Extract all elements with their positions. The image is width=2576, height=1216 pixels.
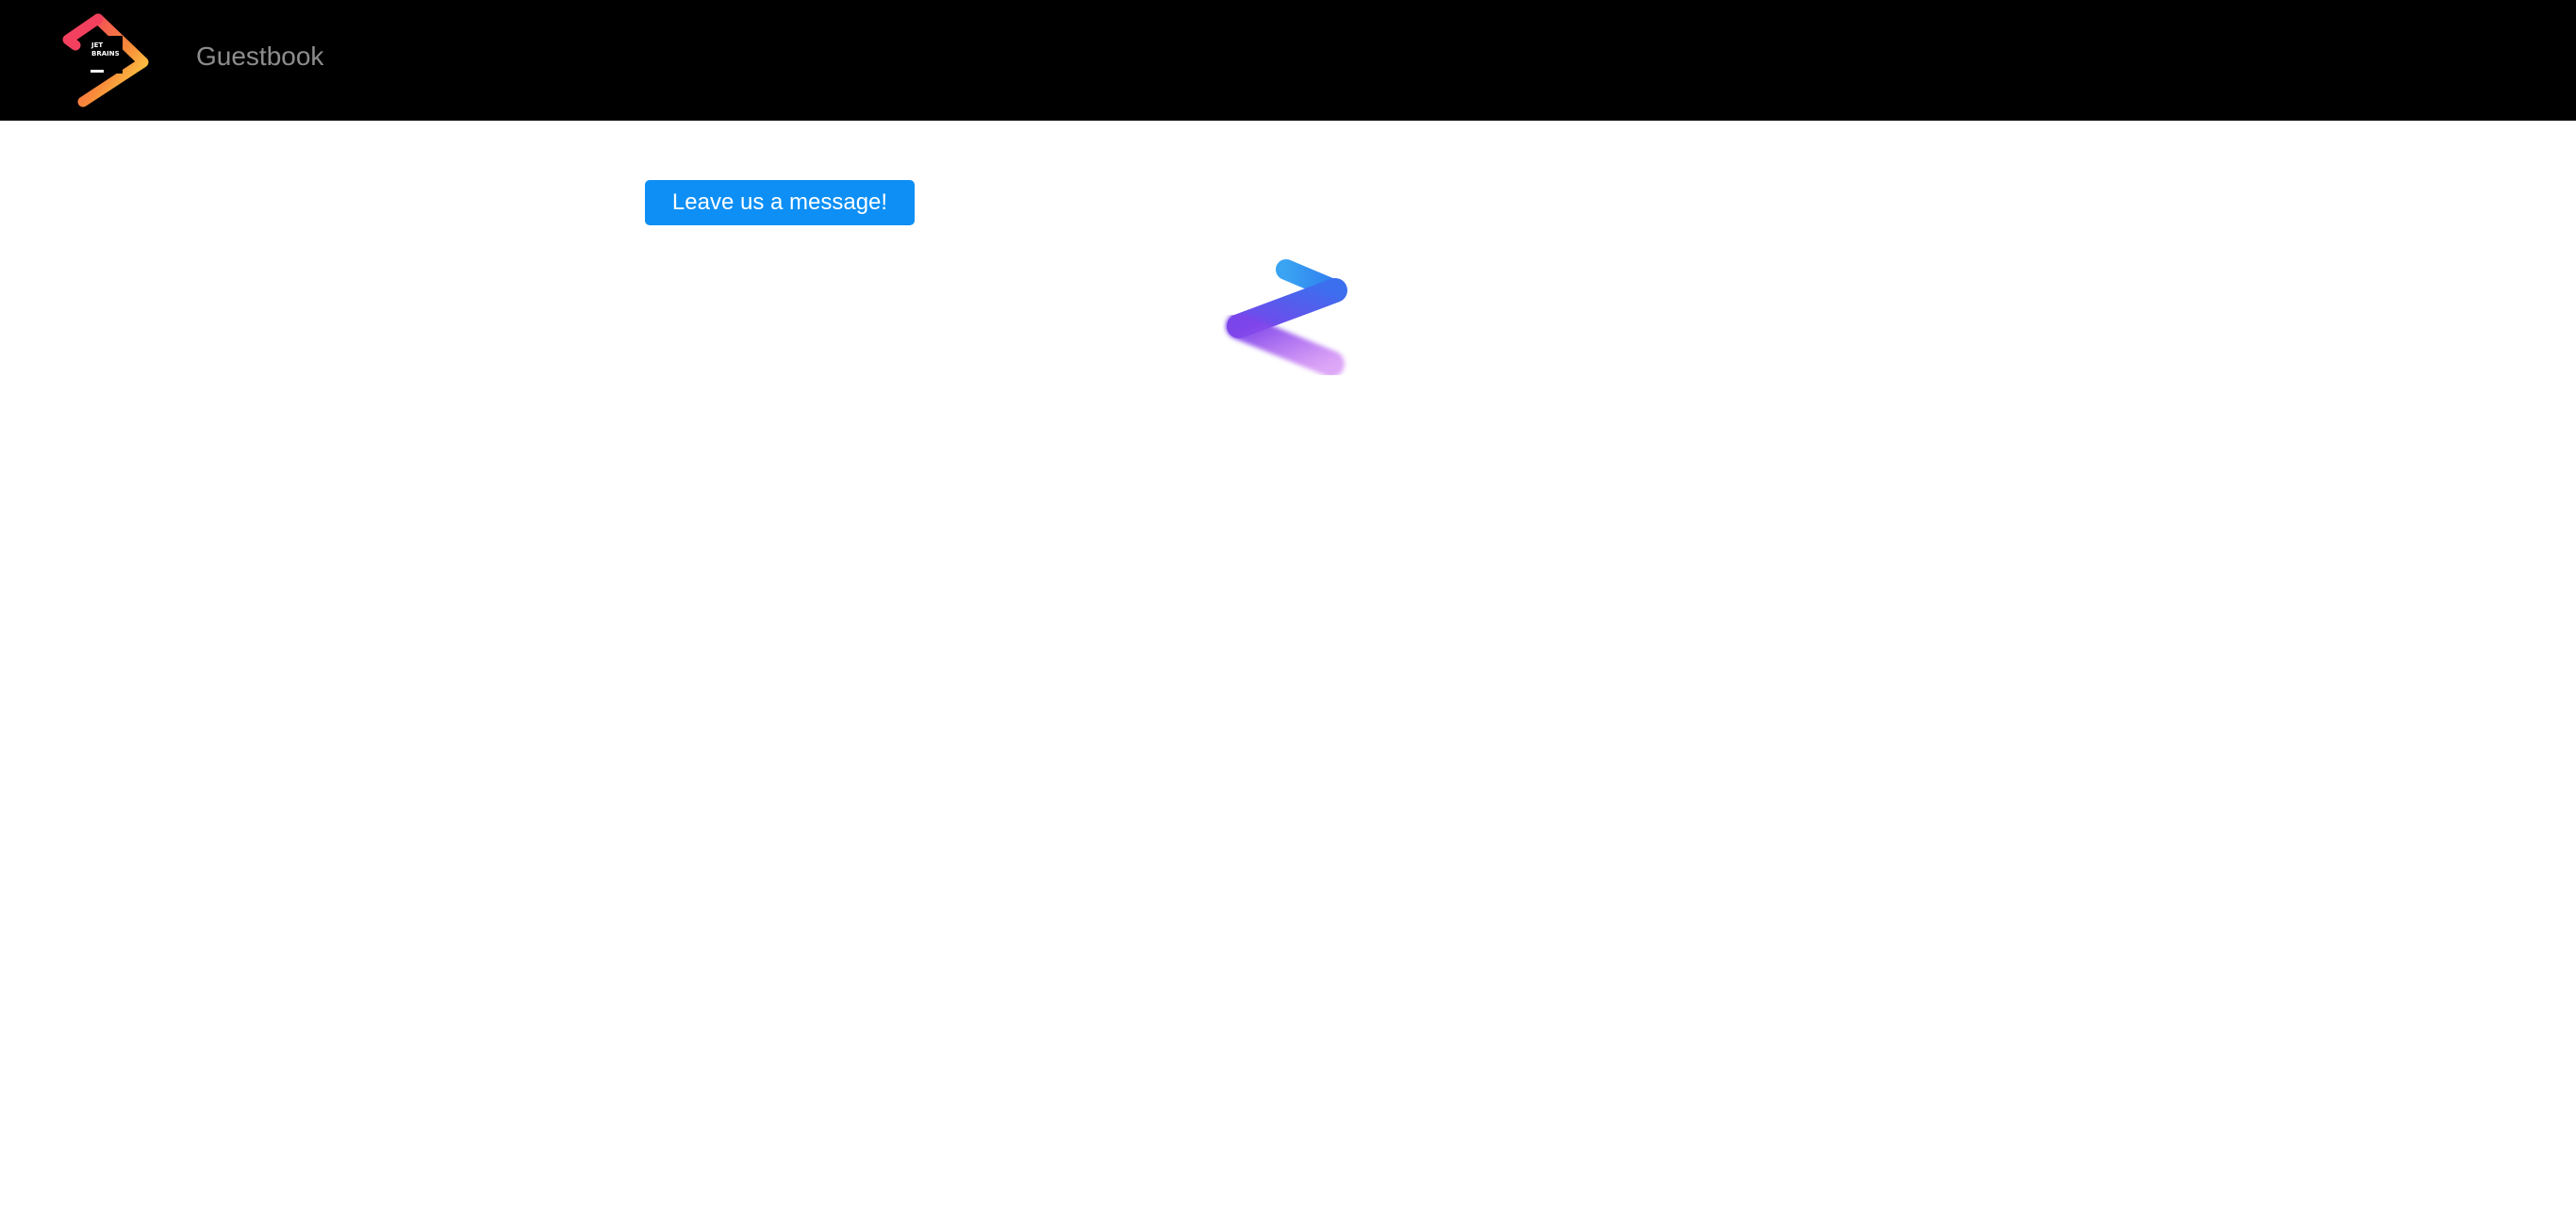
kotlin-loading-spinner-icon [1222, 255, 1354, 383]
jetbrains-logo-graphic [62, 13, 149, 107]
app-title[interactable]: Guestbook [196, 40, 323, 74]
logo-text-brains: BRAINS [91, 50, 120, 58]
main-content: Leave us a message! [0, 121, 2576, 1216]
top-navbar: JET BRAINS Guestbook [0, 0, 2576, 121]
logo-text-jet: JET [91, 41, 104, 49]
leave-message-button[interactable]: Leave us a message! [645, 180, 915, 225]
jetbrains-logo-icon[interactable]: JET BRAINS [60, 13, 151, 107]
